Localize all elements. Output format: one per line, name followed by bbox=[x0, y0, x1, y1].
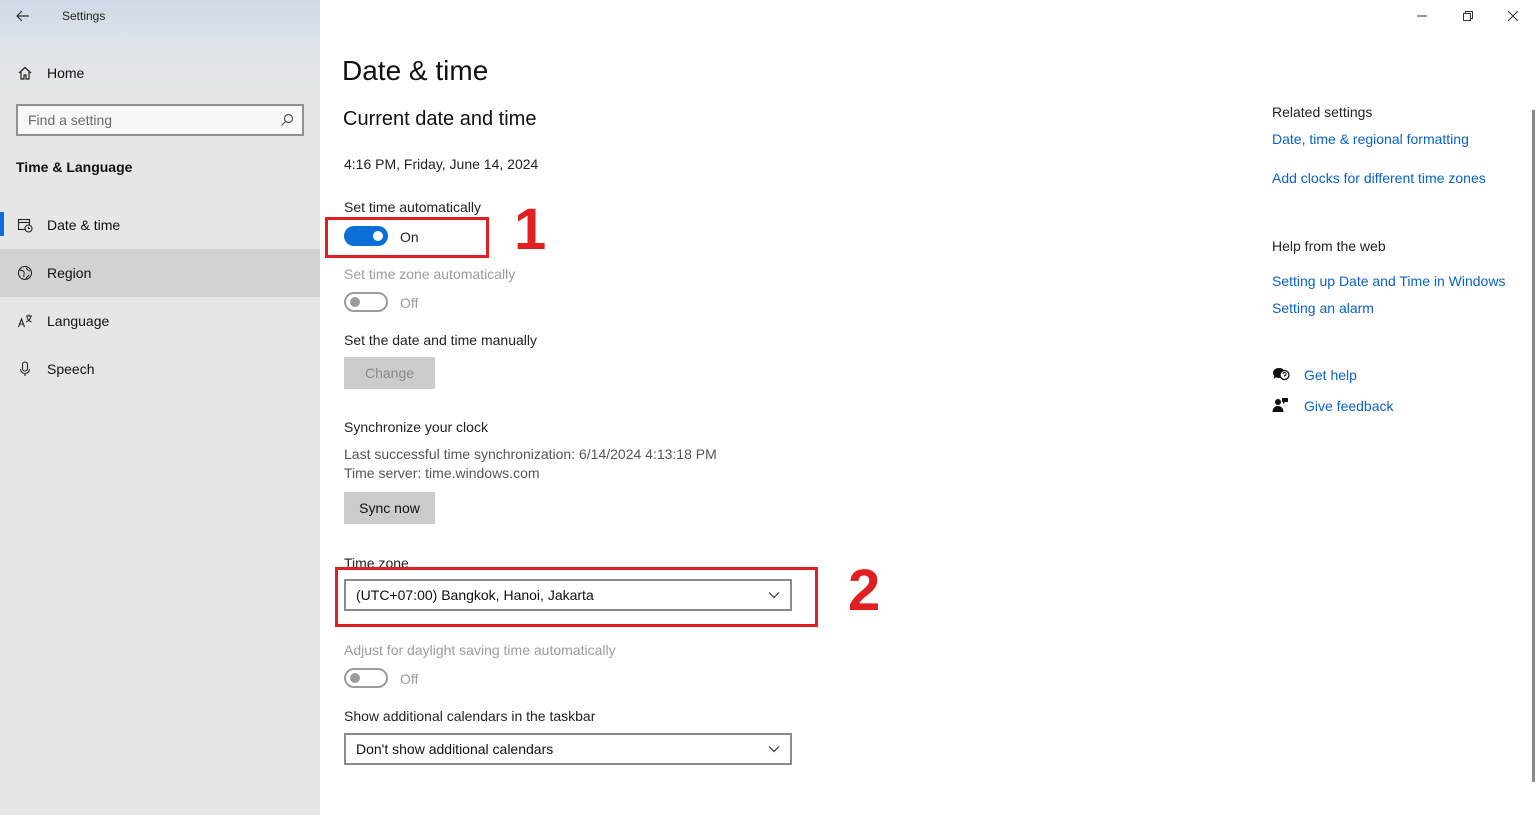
current-datetime: 4:16 PM, Friday, June 14, 2024 bbox=[344, 156, 539, 172]
scrollbar[interactable] bbox=[1532, 110, 1535, 782]
annotation-box-2 bbox=[335, 567, 818, 627]
app-title: Settings bbox=[62, 9, 106, 23]
toggle-knob bbox=[350, 673, 360, 683]
time-server-text: Time server: time.windows.com bbox=[344, 465, 540, 481]
sidebar-item-region[interactable]: Region bbox=[0, 249, 320, 297]
back-arrow-icon bbox=[16, 10, 29, 22]
dst-toggle[interactable] bbox=[344, 668, 388, 688]
toggle-knob bbox=[350, 297, 360, 307]
back-button[interactable] bbox=[0, 0, 46, 32]
calendars-dropdown[interactable]: Don't show additional calendars bbox=[344, 733, 792, 765]
sidebar: Settings Home Time & Language Date & tim… bbox=[0, 0, 320, 815]
manual-label: Set the date and time manually bbox=[344, 332, 538, 348]
calendar-clock-icon bbox=[16, 216, 34, 234]
related-settings-title: Related settings bbox=[1272, 104, 1373, 120]
dst-label: Adjust for daylight saving time automati… bbox=[344, 642, 616, 658]
set-tz-auto-toggle[interactable] bbox=[344, 292, 388, 312]
annotation-box-1 bbox=[325, 217, 489, 258]
search-box[interactable] bbox=[16, 104, 304, 136]
sidebar-item-label: Region bbox=[47, 265, 92, 281]
restore-icon bbox=[1463, 11, 1473, 21]
feedback-icon bbox=[1272, 397, 1288, 418]
sync-now-button[interactable]: Sync now bbox=[344, 492, 435, 524]
sidebar-item-label: Language bbox=[47, 313, 110, 329]
microphone-icon bbox=[16, 360, 34, 378]
help-web-title: Help from the web bbox=[1272, 238, 1386, 254]
calendars-label: Show additional calendars in the taskbar bbox=[344, 708, 596, 724]
close-button[interactable] bbox=[1490, 0, 1536, 32]
home-icon bbox=[16, 64, 34, 82]
page-title: Date & time bbox=[342, 55, 489, 86]
link-add-clocks[interactable]: Add clocks for different time zones bbox=[1272, 170, 1486, 186]
sidebar-item-label: Date & time bbox=[47, 217, 121, 233]
link-regional-formatting[interactable]: Date, time & regional formatting bbox=[1272, 131, 1469, 147]
minimize-button[interactable] bbox=[1399, 0, 1445, 32]
sidebar-item-language[interactable]: Language bbox=[0, 297, 320, 345]
sidebar-section-title: Time & Language bbox=[16, 159, 133, 175]
sidebar-item-home[interactable]: Home bbox=[0, 49, 320, 97]
get-help-icon bbox=[1272, 366, 1290, 387]
annotation-number-1: 1 bbox=[514, 197, 547, 262]
link-setting-alarm[interactable]: Setting an alarm bbox=[1272, 300, 1374, 316]
link-setting-up-date-time[interactable]: Setting up Date and Time in Windows bbox=[1272, 273, 1505, 289]
section-title: Current date and time bbox=[343, 108, 537, 130]
last-sync-text: Last successful time synchronization: 6/… bbox=[344, 446, 717, 462]
restore-button[interactable] bbox=[1445, 0, 1491, 32]
give-feedback-link[interactable]: Give feedback bbox=[1304, 398, 1394, 414]
sidebar-item-speech[interactable]: Speech bbox=[0, 345, 320, 393]
chevron-down-icon bbox=[768, 746, 780, 753]
search-input[interactable] bbox=[18, 112, 270, 128]
search-icon bbox=[280, 113, 294, 132]
globe-icon bbox=[16, 264, 34, 282]
sidebar-item-label: Home bbox=[47, 65, 85, 81]
sync-title: Synchronize your clock bbox=[344, 419, 488, 435]
annotation-number-2: 2 bbox=[848, 558, 881, 623]
sidebar-item-date-time[interactable]: Date & time bbox=[0, 201, 320, 249]
calendars-value: Don't show additional calendars bbox=[356, 741, 554, 757]
sidebar-item-label: Speech bbox=[47, 361, 95, 377]
minimize-icon bbox=[1417, 15, 1427, 17]
change-button[interactable]: Change bbox=[344, 357, 435, 389]
get-help-link[interactable]: Get help bbox=[1304, 367, 1357, 383]
set-time-auto-label: Set time automatically bbox=[344, 199, 481, 215]
dst-state: Off bbox=[400, 671, 419, 687]
language-icon bbox=[16, 312, 34, 330]
set-tz-auto-label: Set time zone automatically bbox=[344, 266, 516, 282]
set-tz-auto-state: Off bbox=[400, 295, 419, 311]
close-icon bbox=[1508, 11, 1518, 21]
